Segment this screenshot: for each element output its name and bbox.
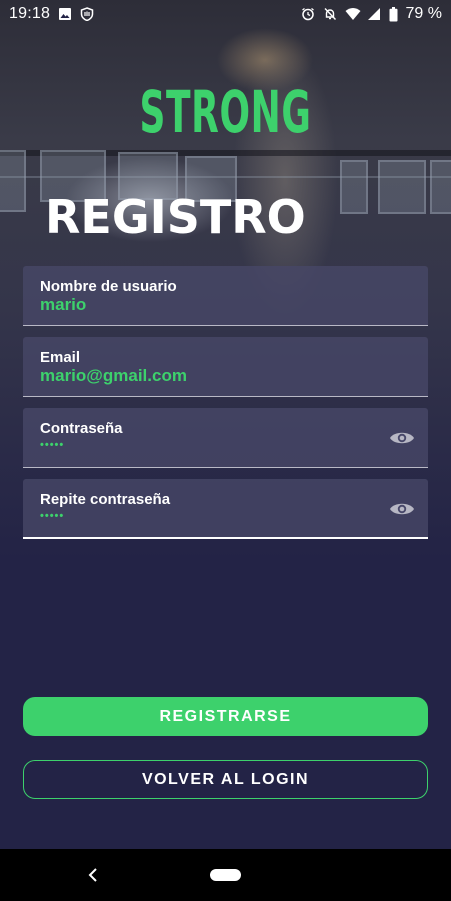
- eye-icon[interactable]: [388, 426, 416, 450]
- battery-percentage: 79 %: [405, 5, 442, 22]
- status-right: 79 %: [301, 5, 442, 23]
- username-label: Nombre de usuario: [40, 278, 177, 295]
- status-left: 19:18: [9, 5, 94, 23]
- notifications-off-icon: [323, 7, 337, 21]
- shield-hand-icon: [80, 7, 94, 22]
- back-icon[interactable]: [82, 863, 104, 887]
- username-field[interactable]: Nombre de usuario mario: [23, 266, 428, 326]
- password-value[interactable]: •••••: [40, 439, 64, 451]
- alarm-icon: [301, 7, 315, 21]
- back-to-login-button[interactable]: VOLVER AL LOGIN: [23, 760, 428, 799]
- email-field[interactable]: Email mario@gmail.com: [23, 337, 428, 397]
- password-field[interactable]: Contraseña •••••: [23, 408, 428, 468]
- confirm-password-field[interactable]: Repite contraseña •••••: [23, 479, 428, 539]
- register-screen: 19:18 79 % STRONG REGISTRO Nombre de usu…: [0, 0, 451, 901]
- battery-icon: [389, 7, 398, 22]
- email-label: Email: [40, 349, 81, 366]
- image-icon: [58, 7, 72, 21]
- username-value[interactable]: mario: [40, 295, 86, 315]
- page-title: REGISTRO: [45, 190, 306, 244]
- wifi-icon: [345, 7, 361, 21]
- status-time: 19:18: [9, 5, 51, 22]
- navigation-bar: [0, 849, 451, 901]
- strong-logo: STRONG: [139, 78, 312, 146]
- status-bar: 19:18 79 %: [0, 0, 451, 28]
- confirm-password-label: Repite contraseña: [40, 491, 171, 508]
- email-value[interactable]: mario@gmail.com: [40, 366, 187, 386]
- confirm-password-value[interactable]: •••••: [40, 510, 64, 522]
- register-button[interactable]: REGISTRARSE: [23, 697, 428, 736]
- eye-icon[interactable]: [388, 497, 416, 521]
- password-label: Contraseña: [40, 420, 123, 437]
- home-pill-icon[interactable]: [210, 869, 241, 881]
- signal-icon: [367, 7, 381, 21]
